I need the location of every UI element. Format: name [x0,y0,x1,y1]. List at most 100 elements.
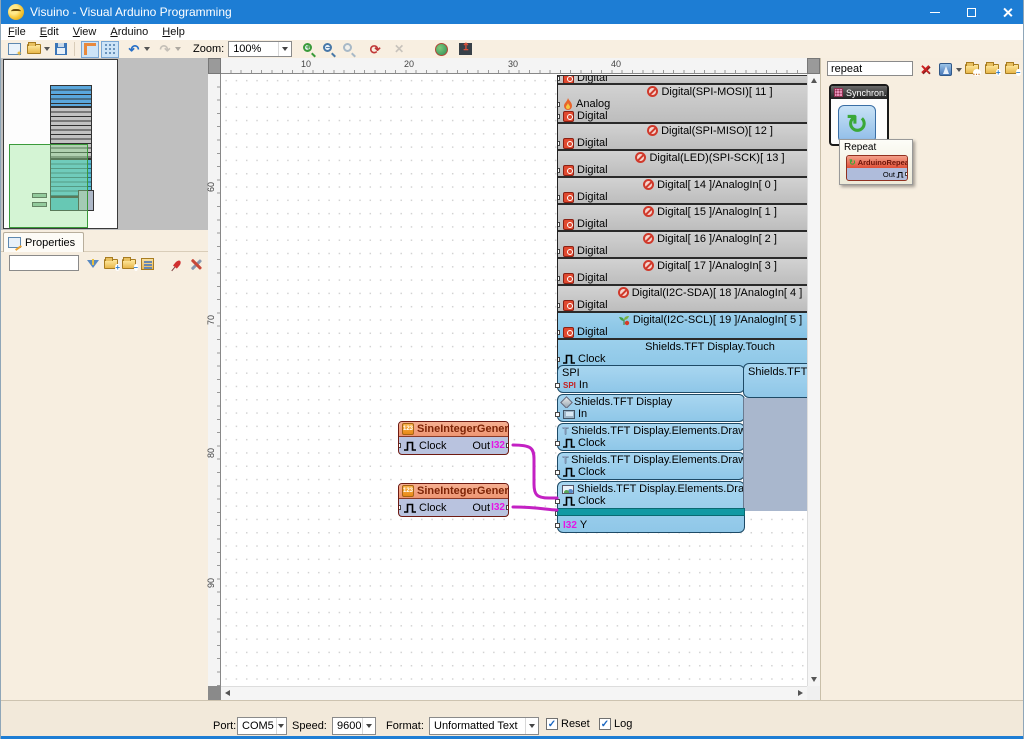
zoom-reset-button[interactable] [340,41,358,58]
speed-combobox[interactable]: 9600 [332,717,376,735]
pin-connector[interactable] [557,303,560,308]
filter-wizard-icon[interactable] [937,61,954,77]
scroll-right-icon[interactable] [798,690,803,696]
pin-connector[interactable] [557,168,560,173]
zoom-combobox[interactable]: 100% [228,41,292,57]
filter-funnel-icon[interactable] [85,256,101,272]
tft-component-box[interactable]: TShields.TFT Display.Elements.Draw Text1… [557,423,745,451]
zoom-in-button[interactable]: + [300,41,318,58]
filter-dropdown-arrow[interactable] [956,68,962,72]
wire-gen1-to-x[interactable] [513,445,557,498]
collapse-categories-icon[interactable] [121,256,137,272]
delete-button[interactable]: ✕ [390,41,408,58]
board-channel[interactable]: Digital(I2C-SDA)[ 18 ]/AnalogIn[ 4 ]Digi… [558,284,807,311]
board-channel[interactable]: Digital(I2C-SCL)[ 19 ]/AnalogIn[ 5 ]Digi… [558,311,807,338]
properties-filter-input[interactable] [9,255,79,271]
menu-help[interactable]: Help [155,25,192,39]
pin-connector[interactable] [555,470,560,475]
tft-component-box[interactable]: Shields.TFT Display.Elements.Draw Bitmap… [557,481,745,533]
tft-component-box[interactable]: TShields.TFT Display.Elements.Draw Text2… [557,452,745,480]
scroll-left-icon[interactable] [225,690,230,696]
pin-connector[interactable] [506,505,509,510]
pin-connector[interactable] [557,141,560,146]
web-help-button[interactable] [432,41,450,58]
menu-arduino[interactable]: Arduino [103,25,155,39]
pin-connector[interactable] [557,195,560,200]
pin-connector[interactable] [555,523,560,528]
palette-tools-icon[interactable] [1020,61,1024,77]
menu-edit[interactable]: Edit [33,25,66,39]
minimize-button[interactable] [917,0,953,24]
vertical-scrollbar[interactable] [807,74,820,686]
format-combobox[interactable]: Unformatted Text [429,717,539,735]
pin-connector[interactable] [557,249,560,254]
reset-checkbox[interactable]: ✓ Reset [546,718,590,730]
pin-connector[interactable] [555,441,560,446]
undo-dropdown-arrow[interactable] [144,47,150,51]
component-sine-integer-generator-2[interactable]: 123SineIntegerGenerator2ClockOutI32 [398,483,509,517]
board-channel[interactable]: Digital[ 16 ]/AnalogIn[ 2 ]Digital [558,230,807,257]
wire-gen2-to-y[interactable] [513,507,557,510]
design-canvas[interactable]: Digital Digital(SPI-MOSI)[ 11 ]AnalogDig… [221,74,807,686]
zoom-out-button[interactable]: – [320,41,338,58]
pin-connector[interactable] [557,330,560,335]
panel-tools-icon[interactable] [187,256,203,272]
palette-expand-all-icon[interactable] [983,61,1000,77]
open-dropdown-arrow[interactable] [44,47,50,51]
scroll-down-icon[interactable] [811,677,817,682]
undo-button[interactable]: ↶ [125,41,143,58]
maximize-button[interactable] [953,0,989,24]
pin-connector[interactable] [506,443,509,448]
repeat-component-icon[interactable]: ↻ [838,105,876,143]
menu-file[interactable]: File [1,25,33,39]
open-sketch-button[interactable] [25,41,43,58]
palette-collapse-all-icon[interactable] [1003,61,1020,77]
redo-button[interactable]: ↷ [156,41,174,58]
pin-connector[interactable] [398,443,401,448]
close-button[interactable] [989,0,1024,24]
menu-view[interactable]: View [66,25,104,39]
route-wires-toggle[interactable] [81,41,99,58]
port-dropdown-arrow[interactable] [276,718,286,734]
tft-side-box[interactable]: Shields.TFT Dis [743,363,807,398]
board-channel[interactable]: Digital(SPI-MOSI)[ 11 ]AnalogDigital [558,83,807,122]
pin-connector[interactable] [558,76,560,81]
tft-component-box[interactable]: Shields.TFT DisplayIn [557,394,745,422]
pin-connector[interactable] [557,276,560,281]
pin-connector[interactable] [555,412,560,417]
pin-connector[interactable] [557,102,560,107]
board-channel[interactable]: Digital[ 14 ]/AnalogIn[ 0 ]Digital [558,176,807,203]
build-upload-button[interactable] [456,41,474,58]
horizontal-scrollbar[interactable] [221,686,807,700]
port-combobox[interactable]: COM5 (L [237,717,287,735]
log-checkbox[interactable]: ✓ Log [599,718,632,730]
scroll-up-icon[interactable] [811,78,817,83]
refresh-button[interactable]: ⟳ [366,41,384,58]
board-channel[interactable]: Digital(LED)(SPI-SCK)[ 13 ]Digital [558,149,807,176]
board-channel[interactable]: Digital[ 15 ]/AnalogIn[ 1 ]Digital [558,203,807,230]
pin-connector[interactable] [557,114,560,119]
minimap[interactable] [3,59,118,229]
tree-view-icon[interactable] [139,256,155,272]
minimap-viewport-rect[interactable] [9,144,88,228]
palette-item-synchronization[interactable]: Synchron... ↻ [829,84,889,146]
save-sketch-button[interactable] [52,41,70,58]
clear-search-icon[interactable]: ✕ [917,61,934,77]
new-sketch-button[interactable] [5,41,23,58]
pin-connector[interactable] [398,505,401,510]
board-channel[interactable]: Digital(SPI-MISO)[ 12 ]Digital [558,122,807,149]
pin-connector[interactable] [555,499,560,504]
pin-connector[interactable] [557,357,560,362]
snap-grid-toggle[interactable] [101,41,119,58]
expand-categories-icon[interactable] [103,256,119,272]
pin-connector[interactable] [557,222,560,227]
palette-search-input[interactable] [827,61,913,76]
pin-panel-icon[interactable] [169,256,185,272]
zoom-dropdown-arrow[interactable] [278,42,291,56]
speed-dropdown-arrow[interactable] [362,718,375,734]
tft-component-box[interactable]: SPISPIIn [557,365,745,393]
tab-properties[interactable]: Properties [3,232,84,252]
palette-folder-note-icon[interactable] [963,61,980,77]
component-sine-integer-generator-1[interactable]: 123SineIntegerGenerator1ClockOutI32 [398,421,509,455]
board-channel[interactable]: Digital[ 17 ]/AnalogIn[ 3 ]Digital [558,257,807,284]
